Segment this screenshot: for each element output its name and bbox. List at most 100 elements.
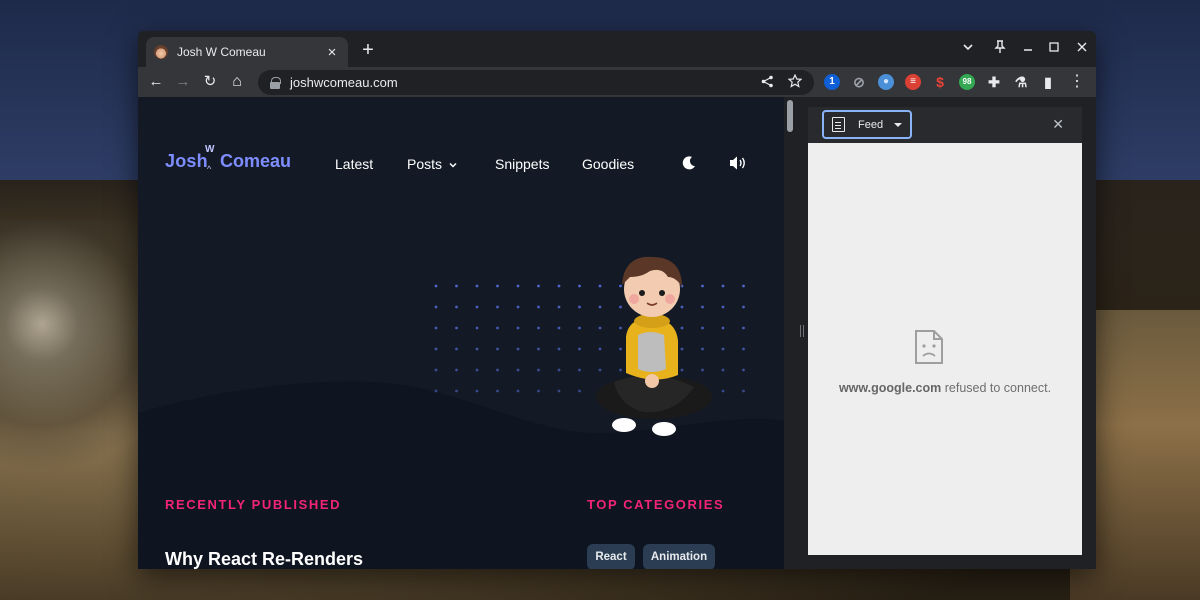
nav-posts[interactable]: Posts [407,156,442,172]
decorative-dot [516,305,520,309]
minimize-icon[interactable] [1020,40,1036,56]
moon-icon[interactable] [681,155,697,171]
page-scrollbar[interactable] [784,97,796,569]
new-tab-button[interactable]: + [358,39,378,61]
decorative-dot [516,347,520,351]
decorative-dot [557,305,561,309]
address-bar[interactable]: joshwcomeau.com [258,70,814,95]
tab-title: Josh W Comeau [177,45,266,59]
decorative-dot [516,326,520,330]
favicon-icon [154,45,168,59]
decorative-dot [742,326,745,330]
decorative-dot [496,347,499,351]
tab-search-icon[interactable] [960,40,976,56]
decorative-dot [516,368,520,372]
decorative-dot [721,347,725,351]
share-icon[interactable] [761,75,774,91]
web-page: Josh W ^ Comeau Latest Posts Snippets Go… [138,97,784,569]
circle-extension-icon[interactable]: ● [878,74,894,90]
todoist-extension-icon[interactable]: ≡ [905,74,921,90]
decorative-dot [496,284,499,288]
site-logo-w: W [205,144,215,155]
post-title-link[interactable]: Why React Re-Renders [165,549,363,569]
decorative-dot [537,389,540,393]
nav-snippets[interactable]: Snippets [495,156,549,172]
lock-icon[interactable] [270,77,281,89]
feed-dropdown[interactable]: Feed [822,110,912,139]
decorative-dot [537,305,540,309]
flask-extension-icon[interactable]: ⚗ [1013,74,1029,90]
nav-latest[interactable]: Latest [335,156,373,172]
close-tab-icon[interactable]: × [324,44,340,61]
decorative-dot [434,347,438,351]
decorative-dot [742,284,745,288]
decorative-dot [475,305,479,309]
decorative-dot [516,389,520,393]
1password-extension-icon[interactable]: 1 [824,74,840,90]
decorative-dot [475,347,479,351]
decorative-dot [557,347,561,351]
dollar-extension-icon[interactable]: $ [932,74,948,90]
category-chip-animation[interactable]: Animation [643,544,715,569]
blocker-extension-icon[interactable]: ⊘ [851,74,867,90]
decorative-dot [557,368,561,372]
decorative-dot [721,389,725,393]
counter-extension-icon[interactable]: 98 [959,74,975,90]
top-categories-heading: TOP CATEGORIES [587,497,725,512]
chevron-down-icon[interactable] [448,157,458,168]
decorative-dot [434,368,438,372]
scroll-thumb[interactable] [787,100,793,132]
decorative-dot [455,368,458,372]
decorative-dot [496,368,499,372]
decorative-dot [721,284,725,288]
puzzle-extension-icon[interactable]: ✚ [986,74,1002,90]
decorative-dot [578,368,581,372]
forward-icon[interactable]: → [173,72,193,92]
sad-document-icon [915,330,943,364]
error-text: refused to connect. [941,381,1052,395]
decorative-dot [578,284,581,288]
site-logo-josh[interactable]: Josh [165,151,208,172]
drag-grip-icon[interactable] [800,325,804,337]
url-text[interactable]: joshwcomeau.com [290,75,747,90]
decorative-dot [516,284,520,288]
pin-icon[interactable] [992,40,1008,56]
star-icon[interactable] [787,73,803,91]
decorative-dot [557,326,561,330]
decorative-dot [537,368,540,372]
decorative-dot [434,326,438,330]
close-window-icon[interactable] [1074,40,1090,56]
site-logo-caret: ^ [207,164,212,174]
decorative-dot [475,284,479,288]
decorative-dot [455,326,458,330]
decorative-dot [578,326,581,330]
tab-strip: Josh W Comeau × + [138,31,1096,67]
category-chip-react[interactable]: React [587,544,635,569]
decorative-dot [721,305,725,309]
back-icon[interactable]: ← [146,72,166,92]
decorative-dot [455,305,458,309]
decorative-dot [742,368,745,372]
reload-icon[interactable]: ↻ [200,72,220,92]
error-host: www.google.com [838,381,942,395]
decorative-dot [742,305,745,309]
nav-goodies[interactable]: Goodies [582,156,634,172]
decorative-dot [537,326,540,330]
decorative-dot [557,389,561,393]
maximize-icon[interactable] [1046,40,1062,56]
side-panel-toggle-icon[interactable]: ▮ [1040,74,1056,90]
decorative-dot [496,305,499,309]
decorative-dot [496,389,499,393]
decorative-dot [578,305,581,309]
side-panel-header: Feed ✕ [808,107,1082,143]
speaker-icon[interactable] [728,154,748,172]
site-logo-comeau[interactable]: Comeau [220,151,291,172]
close-side-panel-icon[interactable]: ✕ [1052,116,1064,133]
menu-icon[interactable]: ⋮ [1067,72,1087,92]
decorative-dot [434,284,438,288]
caret-down-icon [894,122,902,127]
home-icon[interactable]: ⌂ [227,72,247,92]
tab-josh-comeau[interactable]: Josh W Comeau × [146,37,348,67]
panel-resize-handle[interactable] [796,97,808,569]
browser-window: Josh W Comeau × + ← → ↻ ⌂ joshwcomeau.co… [138,31,1096,569]
